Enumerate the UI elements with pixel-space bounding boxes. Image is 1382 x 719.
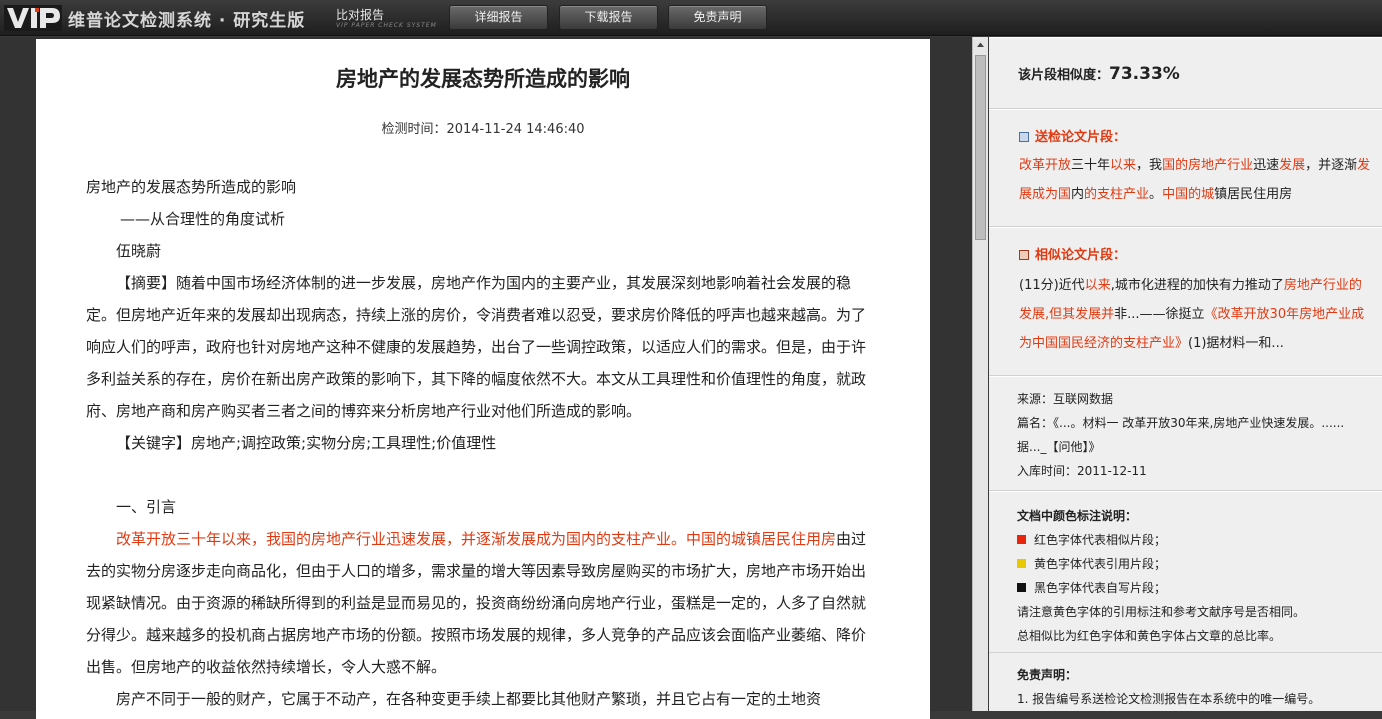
brand-title: 维普论文检测系统 · 研究生版	[68, 11, 306, 31]
plain-text-segment: (11分)近代	[1019, 278, 1085, 293]
report-subtitle: 比对报告	[336, 8, 385, 22]
plain-text-segment: (1)据材料一和...	[1188, 336, 1284, 351]
scroll-up-arrow-icon[interactable]	[973, 37, 988, 53]
paragraph-2: 房产不同于一般的财产，它属于不动产，在各种变更手续上都要比其他财产繁琐，并且它占…	[116, 690, 822, 708]
similarity-label: 该片段相似度：	[1018, 68, 1110, 83]
top-bar: 维普论文检测系统 · 研究生版 比对报告 VIP PAPER CHECK SYS…	[0, 0, 1382, 36]
plain-text-segment: 非...——徐挺立	[1114, 307, 1205, 322]
similarity-panel: 该片段相似度：73.33% 送检论文片段： 改革开放三十年以来，我国的房地产行业…	[989, 37, 1382, 711]
document-page: 房地产的发展态势所造成的影响 检测时间：2014-11-24 14:46:40 …	[36, 39, 930, 719]
disclaimer-item: 1. 报告编号系送检论文检测报告在本系统中的唯一编号。	[1017, 692, 1321, 706]
legend-note-2: 总相似比为红色字体和黄色字体占文章的总比率。	[1017, 629, 1282, 643]
plain-text-segment: 迅速	[1253, 158, 1280, 173]
paragraph-1: 改革开放三十年以来，我国的房地产行业迅速发展，并逐渐发展成为国内的支柱产业。中国…	[86, 523, 880, 683]
legend-note-1: 请注意黄色字体的引用标注和参考文献序号是否相同。	[1017, 605, 1306, 619]
system-subtitle-en: VIP PAPER CHECK SYSTEM	[336, 22, 437, 29]
similar-text-segment: 以来	[1084, 278, 1111, 293]
disclaimer-button[interactable]: 免责声明	[668, 5, 767, 30]
disclaimer-title: 免责声明：	[1017, 668, 1078, 682]
color-swatch-icon	[1017, 559, 1026, 568]
plain-text-segment: 镇居民住用房	[1214, 187, 1293, 202]
similarity-section: 该片段相似度：73.33%	[989, 37, 1382, 109]
paper-abstract: 【摘要】随着中国市场经济体制的进一步发展，房地产作为国内的主要产业，其发展深刻地…	[86, 274, 867, 420]
plain-text-segment: ，我	[1136, 158, 1163, 173]
legend-item: 黑色字体代表自写片段；	[1017, 576, 1374, 600]
scroll-thumb[interactable]	[975, 55, 986, 240]
submitted-heading: 送检论文片段：	[1019, 126, 1374, 145]
similar-text-segment: 改革开放	[1019, 158, 1072, 173]
similar-text-segment: 的支柱产业	[1084, 187, 1150, 202]
legend-item-label: 黑色字体代表自写片段；	[1034, 581, 1167, 595]
submitted-section: 送检论文片段： 改革开放三十年以来，我国的房地产行业迅速发展，并逐渐发展成为国内…	[989, 109, 1382, 227]
legend-section: 文档中颜色标注说明： 红色字体代表相似片段； 黄色字体代表引用片段； 黑色字体代表自…	[989, 491, 1382, 653]
source-section: 来源：互联网数据 篇名：《...。材料一 改革开放30年来,房地产业快速发展。.…	[989, 376, 1382, 491]
plain-text-segment: 三十年	[1071, 158, 1111, 173]
legend-item-label: 红色字体代表相似片段；	[1034, 533, 1167, 547]
vip-logo	[4, 5, 62, 31]
similar-text-segment: 以来	[1110, 158, 1137, 173]
similar-text-segment: 中国的城	[1162, 187, 1215, 202]
legend-title: 文档中颜色标注说明：	[1017, 509, 1138, 523]
color-swatch-icon	[1017, 535, 1026, 544]
title-label: 篇名：《...。材料一 改革开放30年来,房地产业快速发展。......	[1017, 416, 1345, 430]
submitted-fragment-text: 改革开放三十年以来，我国的房地产行业迅速发展，并逐渐发展成为国内的支柱产业。中国…	[1019, 151, 1374, 209]
check-time: 检测时间：2014-11-24 14:46:40	[381, 122, 585, 137]
color-swatch-icon	[1017, 583, 1026, 592]
document-scrollbar[interactable]	[972, 37, 988, 711]
download-report-button[interactable]: 下载报告	[559, 5, 658, 30]
paper-heading: 房地产的发展态势所造成的影响	[86, 178, 297, 196]
document-icon	[1019, 250, 1029, 260]
legend-item: 黄色字体代表引用片段；	[1017, 552, 1374, 576]
legend-item-label: 黄色字体代表引用片段；	[1034, 557, 1167, 571]
section-heading: 一、引言	[116, 498, 177, 516]
legend-item: 红色字体代表相似片段；	[1017, 528, 1374, 552]
detailed-report-button[interactable]: 详细报告	[449, 5, 548, 30]
plain-text-segment: ,城市化进程的加快有力推动了	[1110, 278, 1284, 293]
paper-author: 伍晓蔚	[116, 242, 162, 260]
title-label-cont: 据..._【问他】》	[1017, 440, 1101, 454]
plain-text-segment: 。	[1149, 187, 1163, 202]
paper-keywords: 【关键字】房地产;调控政策;实物分房;工具理性;价值理性	[116, 434, 497, 452]
similar-text-segment: 国的房地产行业	[1162, 158, 1254, 173]
submitted-heading-text: 送检论文片段：	[1035, 130, 1127, 145]
date-label: 入库时间：2011-12-11	[1017, 464, 1147, 478]
similar-fragment-text: (11分)近代以来,城市化进程的加快有力推动了房地产行业的发展,但其发展并非..…	[1019, 271, 1374, 358]
similar-text-segment: 发展	[1279, 158, 1306, 173]
document-title: 房地产的发展态势所造成的影响	[336, 67, 630, 91]
legend-list: 红色字体代表相似片段； 黄色字体代表引用片段； 黑色字体代表自写片段；	[1017, 528, 1374, 600]
own-text: 由过去的实物分房逐步走向商品化，但由于人口的增多，需求量的增大等因素导致房屋购买…	[86, 530, 867, 676]
document-frame: 房地产的发展态势所造成的影响 检测时间：2014-11-24 14:46:40 …	[0, 37, 972, 719]
similar-fragment[interactable]: 改革开放三十年以来，我国的房地产行业迅速发展，并逐渐发展成为国内的支柱产业。中国…	[116, 530, 836, 548]
source-label: 来源：互联网数据	[1017, 392, 1114, 406]
disclaimer-section: 免责声明： 1. 报告编号系送检论文检测报告在本系统中的唯一编号。	[989, 653, 1382, 711]
plain-text-segment: 内	[1071, 187, 1085, 202]
plain-text-segment: ，并逐渐	[1305, 158, 1358, 173]
paper-subheading: ——从合理性的角度试析	[120, 210, 286, 228]
similar-heading: 相似论文片段：	[1019, 244, 1374, 263]
similarity-value: 73.33%	[1109, 64, 1180, 84]
similar-section: 相似论文片段： (11分)近代以来,城市化进程的加快有力推动了房地产行业的发展,…	[989, 227, 1382, 376]
document-icon	[1019, 132, 1029, 142]
similar-heading-text: 相似论文片段：	[1035, 248, 1127, 263]
